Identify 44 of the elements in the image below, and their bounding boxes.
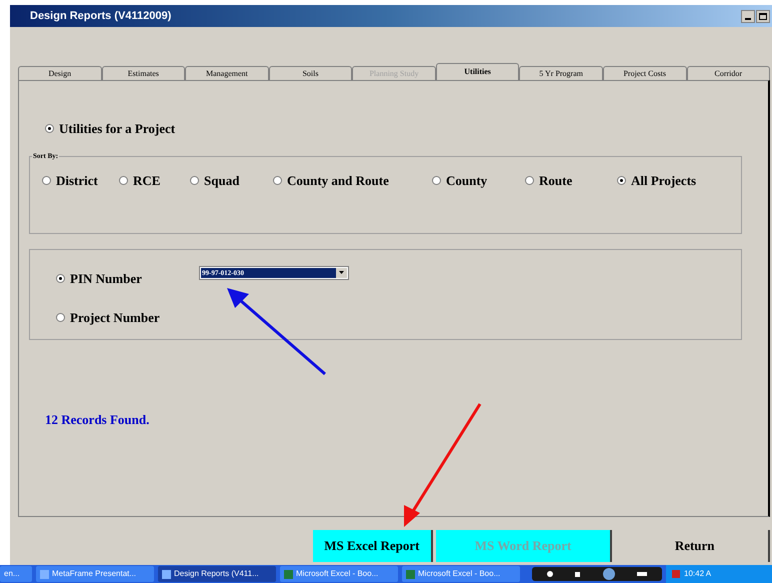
radio-button[interactable] [525,176,534,185]
radio-button[interactable] [190,176,199,185]
radio-label: Squad [204,172,240,190]
radio-button[interactable] [42,176,51,185]
records-found-text: 12 Records Found. [45,410,150,428]
minimize-icon[interactable] [741,10,755,22]
taskbar-button[interactable]: en... [0,566,32,582]
tab[interactable]: Management [185,66,269,80]
window-title: Design Reports (V4112009) [30,8,172,24]
radio-label: Project Number [70,309,160,327]
taskbar-button[interactable]: Design Reports (V411... [158,566,276,582]
radio-button[interactable] [617,176,626,185]
clock-text: 10:42 A [684,568,712,580]
radio-label: PIN Number [70,270,142,288]
tab[interactable]: Corridor [686,66,770,80]
app-icon [406,570,415,578]
radio-label: Route [539,172,572,190]
radio-label: All Projects [631,172,696,190]
radio-button[interactable] [45,124,54,134]
report-button[interactable]: MS Excel Report [313,530,433,562]
maximize-icon[interactable] [756,10,770,22]
tray-icon [672,570,680,578]
tab[interactable]: Utilities [436,63,520,80]
radio-label: Utilities for a Project [59,120,176,138]
tab[interactable]: Design [18,66,102,80]
taskbar-button[interactable]: MetaFrame Presentat... [36,566,154,582]
taskbar-button[interactable]: Microsoft Excel - Boo... [402,566,520,582]
tab[interactable]: 5 Yr Program [519,66,603,80]
app-icon [162,570,171,578]
radio-button[interactable] [56,274,65,283]
tab[interactable]: Estimates [102,66,186,80]
radio-label: County [446,172,488,190]
tab[interactable]: Soils [268,66,352,80]
radio-button[interactable] [432,176,441,185]
taskbar-button[interactable]: Microsoft Excel - Boo... [280,566,398,582]
radio-label: District [56,172,98,190]
app-icon [40,570,49,578]
radio-label: RCE [133,172,160,190]
radio-label: County and Route [287,172,389,190]
radio-button[interactable] [273,176,282,185]
radio-button[interactable] [56,313,65,322]
app-icon [284,570,293,578]
tab[interactable]: Project Costs [602,66,686,80]
radio-button[interactable] [119,176,128,185]
